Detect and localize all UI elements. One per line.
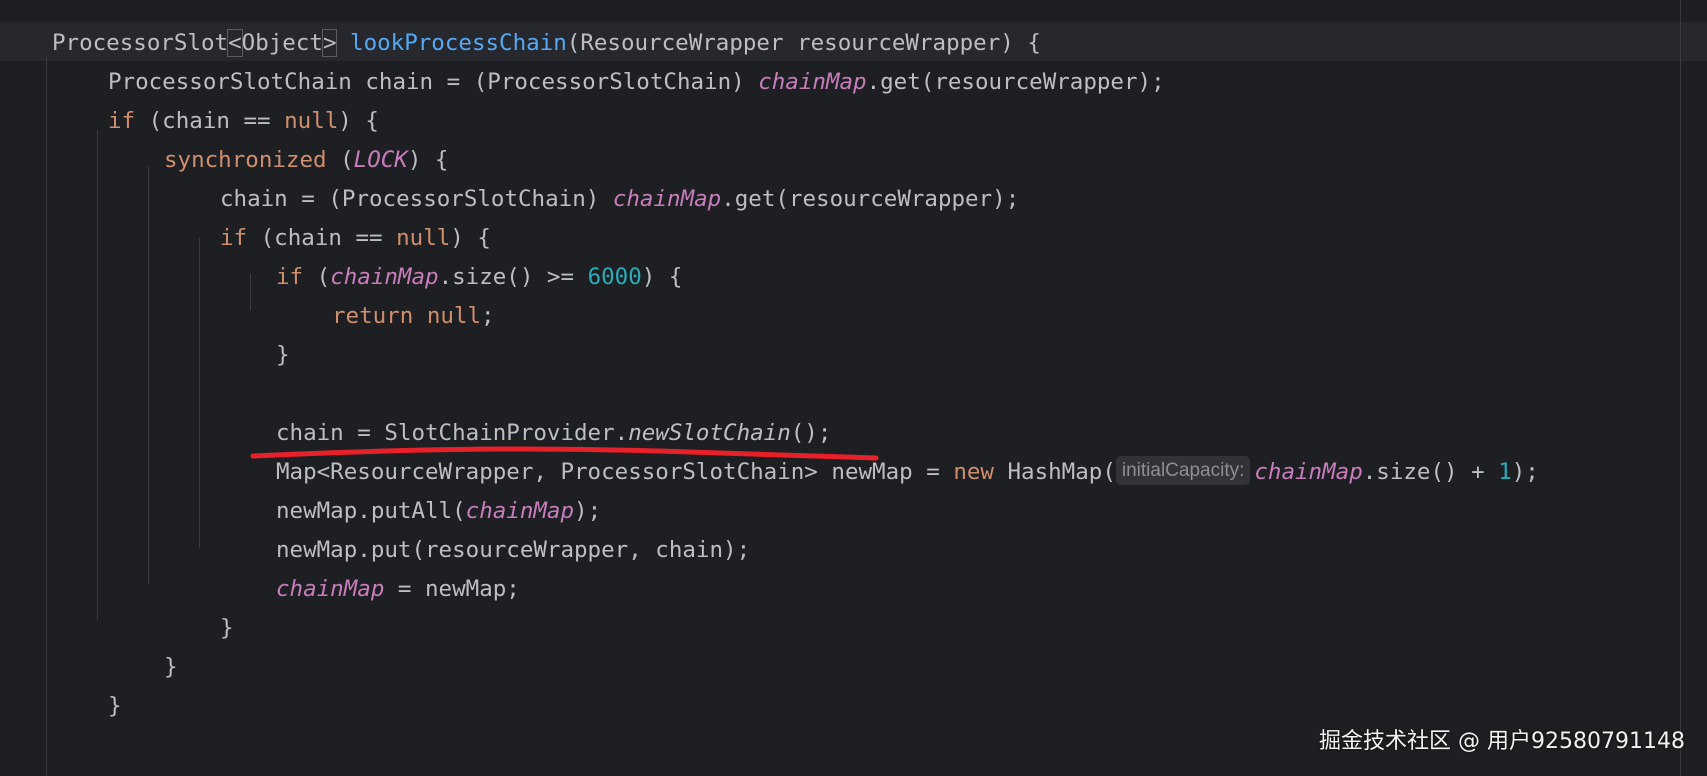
code-token: ) { [338, 108, 379, 134]
code-line[interactable]: Map<ResourceWrapper, ProcessorSlotChain>… [276, 453, 1539, 492]
code-line[interactable]: } [276, 336, 290, 375]
code-token: lookProcessChain [350, 30, 567, 56]
code-token: < [227, 29, 243, 57]
code-line[interactable]: chain = (ProcessorSlotChain) chainMap.ge… [220, 180, 1019, 219]
code-token: ; [481, 303, 495, 329]
code-token: if [108, 108, 136, 134]
code-token: null [284, 108, 339, 134]
code-token: .size() + [1362, 459, 1499, 485]
code-line[interactable]: if (chainMap.size() >= 6000) { [276, 258, 682, 297]
code-token: newMap.putAll( [276, 498, 466, 524]
code-token: ) { [641, 264, 683, 290]
code-token: chainMap [1254, 459, 1363, 485]
code-token: .get(resourceWrapper); [866, 69, 1165, 95]
code-token: chainMap [276, 576, 385, 602]
code-line[interactable]: newMap.put(resourceWrapper, chain); [276, 531, 750, 570]
code-token: null [396, 225, 451, 251]
code-editor[interactable]: ProcessorSlot<Object> lookProcessChain(R… [0, 0, 1707, 776]
code-token: chainMap [612, 186, 722, 212]
code-token: LOCK [353, 147, 408, 173]
code-token: ProcessorSlotChain chain = (ProcessorSlo… [108, 69, 759, 95]
code-line[interactable]: if (chain == null) { [220, 219, 491, 258]
indent-guide [148, 166, 149, 584]
indent-guide [97, 130, 98, 620]
code-token: } [164, 654, 178, 680]
code-token: synchronized [164, 147, 327, 173]
code-token: > [321, 29, 338, 57]
code-token: ProcessorSlot [52, 30, 229, 56]
code-token: .size() >= [438, 264, 588, 290]
code-token: return [332, 303, 414, 329]
code-token: ); [574, 498, 602, 524]
code-token: Object [241, 30, 323, 56]
code-line[interactable]: ProcessorSlotChain chain = (ProcessorSlo… [108, 63, 1165, 102]
code-token: newMap.put(resourceWrapper, chain); [276, 537, 751, 563]
code-token: chain = SlotChainProvider. [276, 420, 629, 446]
code-token: ) { [450, 225, 491, 251]
code-token: (chain == [135, 108, 285, 134]
indent-guide [46, 58, 47, 776]
code-token: newSlotChain [628, 420, 791, 446]
code-token: (ResourceWrapper resourceWrapper) { [566, 30, 1041, 56]
code-token: ( [326, 147, 354, 173]
code-token: chainMap [465, 498, 575, 524]
code-line[interactable]: } [164, 648, 178, 687]
code-line[interactable]: if (chain == null) { [108, 102, 379, 141]
code-token: ) { [407, 147, 449, 173]
code-token: new [953, 459, 994, 485]
code-line[interactable]: chain = SlotChainProvider.newSlotChain()… [276, 414, 831, 453]
code-token: chain = (ProcessorSlotChain) [220, 186, 613, 212]
code-line[interactable]: } [108, 687, 122, 726]
code-token: } [108, 693, 122, 719]
code-token: } [220, 615, 234, 641]
code-token: ( [303, 264, 331, 290]
code-token: 1 [1498, 459, 1512, 485]
code-token: if [220, 225, 248, 251]
code-token: chainMap [758, 69, 867, 95]
indent-guide [250, 274, 251, 310]
code-line[interactable]: synchronized (LOCK) { [164, 141, 448, 180]
watermark: 掘金技术社区 @ 用户92580791148 [1319, 729, 1685, 754]
code-token: (); [790, 420, 832, 446]
code-line[interactable]: } [220, 609, 234, 648]
parameter-hint: initialCapacity: [1115, 456, 1251, 485]
code-token: Map<ResourceWrapper, ProcessorSlotChain>… [276, 459, 954, 485]
code-token: = newMap; [384, 576, 520, 602]
right-margin-guide [1680, 0, 1681, 776]
code-token: (chain == [247, 225, 397, 251]
indent-guide [199, 238, 200, 548]
code-line[interactable]: return null; [332, 297, 495, 336]
code-token: if [276, 264, 304, 290]
code-token: HashMap( [993, 459, 1116, 485]
code-token: 6000 [587, 264, 642, 290]
code-token: .get(resourceWrapper); [721, 186, 1020, 212]
code-token: ); [1511, 459, 1539, 485]
code-token: null [426, 303, 482, 329]
code-token: chainMap [330, 264, 439, 290]
code-token: } [276, 342, 290, 368]
code-line[interactable]: newMap.putAll(chainMap); [276, 492, 601, 531]
code-line[interactable]: ProcessorSlot<Object> lookProcessChain(R… [52, 24, 1041, 63]
code-line[interactable]: chainMap = newMap; [276, 570, 520, 609]
